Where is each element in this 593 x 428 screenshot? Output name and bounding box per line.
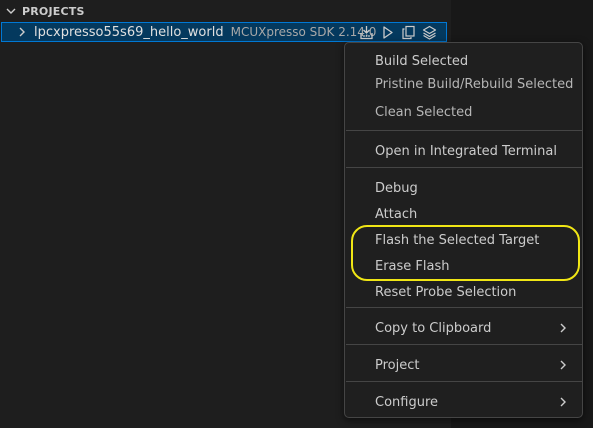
menu-separator xyxy=(346,344,582,345)
menu-item-label: Configure xyxy=(375,394,439,410)
menu-separator xyxy=(346,130,582,131)
highlight-annotation xyxy=(351,225,580,281)
copy-icon[interactable] xyxy=(400,24,417,41)
menu-item-attach[interactable]: Attach xyxy=(345,202,582,226)
project-row[interactable]: lpcxpresso55s69_hello_world MCUXpresso S… xyxy=(1,22,447,42)
chevron-down-icon[interactable] xyxy=(0,0,22,22)
projects-section-header[interactable]: PROJECTS xyxy=(0,0,451,22)
menu-item-label: Copy to Clipboard xyxy=(375,320,492,336)
menu-item-reset-probe[interactable]: Reset Probe Selection xyxy=(345,280,582,304)
run-icon[interactable] xyxy=(379,24,396,41)
menu-separator xyxy=(346,381,582,382)
chevron-right-icon xyxy=(558,390,568,414)
project-description: MCUXpresso SDK 2.14.0 xyxy=(230,25,377,39)
menu-item-label: Project xyxy=(375,357,420,373)
menu-item-copy-to-clipboard[interactable]: Copy to Clipboard xyxy=(345,316,582,340)
build-icon[interactable] xyxy=(358,24,375,41)
menu-item-open-terminal[interactable]: Open in Integrated Terminal xyxy=(345,139,582,163)
section-title: PROJECTS xyxy=(22,4,85,18)
chevron-right-icon xyxy=(558,316,568,340)
menu-separator xyxy=(346,307,582,308)
project-actions xyxy=(358,23,438,41)
menu-item-build-selected[interactable]: Build Selected xyxy=(345,49,582,73)
menu-item-debug[interactable]: Debug xyxy=(345,176,582,200)
menu-item-pristine-build[interactable]: Pristine Build/Rebuild Selected xyxy=(345,72,582,96)
project-name: lpcxpresso55s69_hello_world xyxy=(34,24,224,40)
menu-separator xyxy=(346,167,582,168)
menu-item-configure[interactable]: Configure xyxy=(345,390,582,414)
chevron-right-icon[interactable] xyxy=(13,26,30,38)
chevron-right-icon xyxy=(558,353,568,377)
layers-icon[interactable] xyxy=(421,24,438,41)
menu-item-clean-selected[interactable]: Clean Selected xyxy=(345,100,582,124)
menu-item-project[interactable]: Project xyxy=(345,353,582,377)
